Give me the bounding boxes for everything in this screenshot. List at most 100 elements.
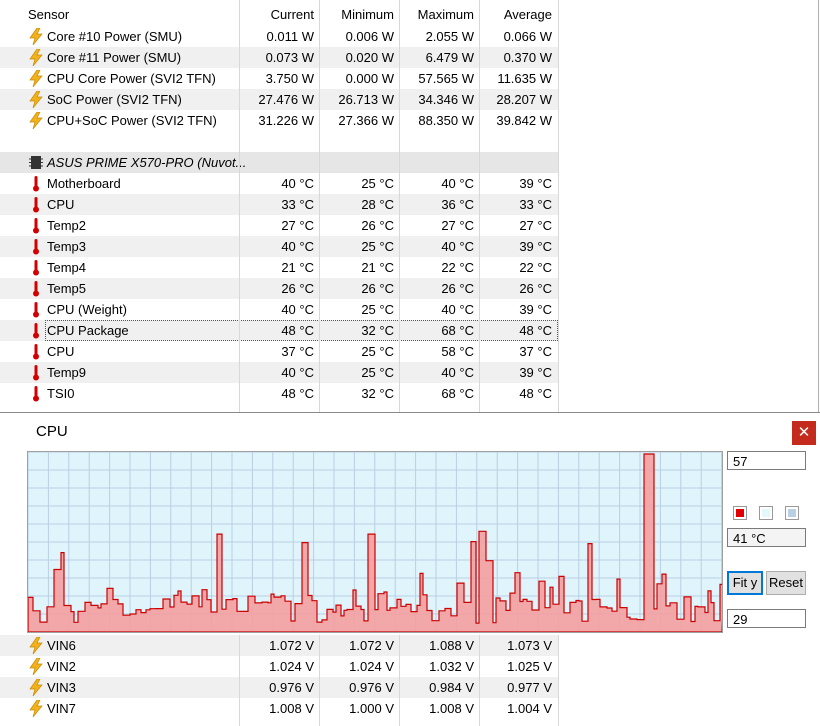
table-row[interactable]: VIN2 1.024 V 1.024 V 1.032 V 1.025 V <box>0 656 558 677</box>
maximum-value: 1.032 V <box>429 659 474 674</box>
table-row[interactable]: VIN6 1.072 V 1.072 V 1.088 V 1.073 V <box>0 635 558 656</box>
minimum-value: 21 °C <box>361 260 394 275</box>
lightning-icon <box>29 48 43 67</box>
group-name: ASUS PRIME X570-PRO (Nuvot... <box>47 155 247 170</box>
table-row[interactable]: Core #10 Power (SMU) 0.011 W 0.006 W 2.055 … <box>0 26 558 47</box>
table-row[interactable]: CPU Core Power (SVI2 TFN) 3.750 W 0.000 W 5… <box>0 68 558 89</box>
current-value: 21 °C <box>281 260 314 275</box>
graph-current-field: 41 °C <box>727 528 806 547</box>
header-minimum[interactable]: Minimum <box>341 4 394 25</box>
header-current[interactable]: Current <box>271 4 314 25</box>
graph-min-field[interactable]: 29 <box>727 609 806 628</box>
table-row[interactable]: Temp3 40 °C 25 °C 40 °C 39 °C <box>0 236 558 257</box>
close-button[interactable]: ✕ <box>792 421 816 445</box>
lightning-icon <box>29 27 43 46</box>
maximum-value: 34.346 W <box>418 92 474 107</box>
average-value: 0.066 W <box>503 29 552 44</box>
reset-button[interactable]: Reset <box>766 571 806 595</box>
average-value: 39 °C <box>519 239 552 254</box>
minimum-value: 1.072 V <box>349 638 394 653</box>
current-value: 27.476 W <box>258 92 314 107</box>
minimum-value: 25 °C <box>361 176 394 191</box>
sensor-name: VIN3 <box>47 680 76 695</box>
background-color-swatch[interactable] <box>759 506 773 520</box>
table-row[interactable]: Temp4 21 °C 21 °C 22 °C 22 °C <box>0 257 558 278</box>
maximum-value: 40 °C <box>441 302 474 317</box>
table-row[interactable]: CPU 37 °C 25 °C 58 °C 37 °C <box>0 341 558 362</box>
current-value: 0.073 W <box>265 50 314 65</box>
sensor-name: CPU+SoC Power (SVI2 TFN) <box>47 113 217 128</box>
sensor-name: Temp4 <box>47 260 87 275</box>
current-value: 3.750 W <box>265 71 314 86</box>
average-value: 39 °C <box>519 302 552 317</box>
line-color-swatch[interactable] <box>733 506 747 520</box>
maximum-value: 40 °C <box>441 365 474 380</box>
fit-y-button[interactable]: Fit y <box>727 571 763 595</box>
table-row[interactable]: TSI0 48 °C 32 °C 68 °C 48 °C <box>0 383 558 404</box>
current-value: 27 °C <box>281 218 314 233</box>
graph-plot <box>27 451 723 633</box>
current-value: 1.024 V <box>269 659 314 674</box>
table-row[interactable]: Temp9 40 °C 25 °C 40 °C 39 °C <box>0 362 558 383</box>
header-average[interactable]: Average <box>504 4 552 25</box>
sensor-name: CPU <box>47 344 75 359</box>
maximum-value: 2.055 W <box>425 29 474 44</box>
table-row[interactable]: VIN7 1.008 V 1.000 V 1.008 V 1.004 V <box>0 698 558 719</box>
table-row[interactable]: Motherboard 40 °C 25 °C 40 °C 39 °C <box>0 173 558 194</box>
average-value: 1.004 V <box>507 701 552 716</box>
maximum-value: 0.984 V <box>429 680 474 695</box>
table-row[interactable]: CPU Package 48 °C 32 °C 68 °C 48 °C <box>0 320 558 341</box>
sensor-name: Motherboard <box>47 176 121 191</box>
average-value: 22 °C <box>519 260 552 275</box>
current-value: 37 °C <box>281 344 314 359</box>
average-value: 39 °C <box>519 365 552 380</box>
cpu-graph-window: CPU ✕ <box>0 412 820 635</box>
maximum-value: 68 °C <box>441 386 474 401</box>
average-value: 39.842 W <box>496 113 552 128</box>
average-value: 28.207 W <box>496 92 552 107</box>
header-maximum[interactable]: Maximum <box>418 4 474 25</box>
minimum-value: 0.976 V <box>349 680 394 695</box>
minimum-value: 32 °C <box>361 386 394 401</box>
maximum-value: 27 °C <box>441 218 474 233</box>
average-value: 1.073 V <box>507 638 552 653</box>
sensor-name: CPU (Weight) <box>47 302 127 317</box>
thermometer-icon <box>29 217 43 234</box>
minimum-value: 27.366 W <box>338 113 394 128</box>
header-sensor[interactable]: Sensor <box>28 4 69 25</box>
table-row[interactable]: CPU+SoC Power (SVI2 TFN) 31.226 W 27.366 W… <box>0 110 558 131</box>
lightning-icon <box>29 90 43 109</box>
table-row[interactable]: Core #11 Power (SMU) 0.073 W 0.020 W 6.479 … <box>0 47 558 68</box>
table-row[interactable]: CPU (Weight) 40 °C 25 °C 40 °C 39 °C <box>0 299 558 320</box>
sensor-name: Temp5 <box>47 281 87 296</box>
maximum-value: 26 °C <box>441 281 474 296</box>
chip-icon <box>29 154 43 171</box>
current-value: 40 °C <box>281 365 314 380</box>
sensor-name: Temp9 <box>47 365 87 380</box>
minimum-value: 26 °C <box>361 218 394 233</box>
table-row[interactable]: CPU 33 °C 28 °C 36 °C 33 °C <box>0 194 558 215</box>
average-value: 33 °C <box>519 197 552 212</box>
table-row[interactable]: Temp2 27 °C 26 °C 27 °C 27 °C <box>0 215 558 236</box>
current-value: 40 °C <box>281 302 314 317</box>
average-value: 27 °C <box>519 218 552 233</box>
group-row[interactable]: ASUS PRIME X570-PRO (Nuvot... <box>0 152 558 173</box>
average-value: 1.025 V <box>507 659 552 674</box>
lightning-icon <box>29 657 43 676</box>
maximum-value: 1.088 V <box>429 638 474 653</box>
table-row[interactable]: SoC Power (SVI2 TFN) 27.476 W 26.713 W 34.3… <box>0 89 558 110</box>
minimum-value: 1.024 V <box>349 659 394 674</box>
minimum-value: 0.006 W <box>345 29 394 44</box>
graph-max-field[interactable]: 57 <box>727 451 806 470</box>
thermometer-icon <box>29 259 43 276</box>
current-value: 33 °C <box>281 197 314 212</box>
table-row[interactable]: Temp5 26 °C 26 °C 26 °C 26 °C <box>0 278 558 299</box>
current-value: 0.976 V <box>269 680 314 695</box>
grid-color-swatch[interactable] <box>785 506 799 520</box>
thermometer-icon <box>29 343 43 360</box>
table-row[interactable]: VIN3 0.976 V 0.976 V 0.984 V 0.977 V <box>0 677 558 698</box>
current-value: 0.011 W <box>266 29 314 44</box>
minimum-value: 26 °C <box>361 281 394 296</box>
thermometer-icon <box>29 175 43 192</box>
current-value: 1.072 V <box>269 638 314 653</box>
